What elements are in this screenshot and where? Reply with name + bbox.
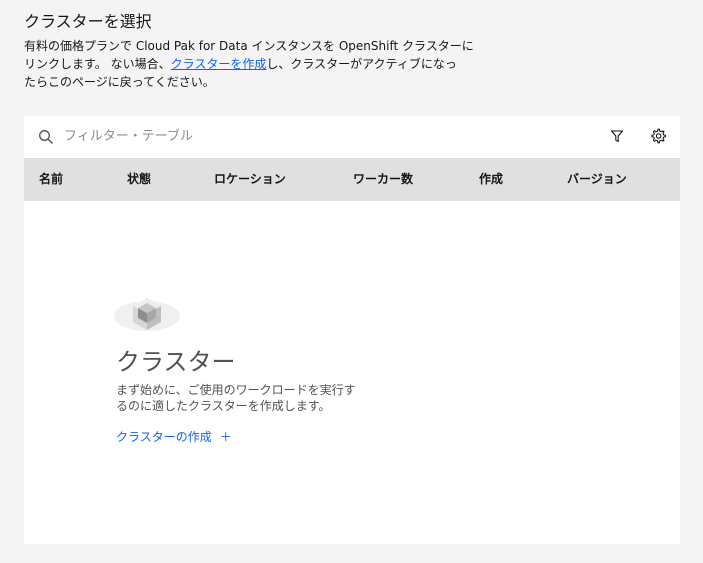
- page-header: クラスターを選択 有料の価格プランで Cloud Pak for Data イン…: [24, 12, 484, 91]
- filter-table-input[interactable]: [64, 122, 484, 150]
- description-text-before-link: リンクします。 ない場合、: [24, 57, 171, 71]
- search-icon: [38, 129, 54, 145]
- page-title: クラスターを選択: [24, 12, 152, 31]
- filter-icon[interactable]: [608, 127, 626, 145]
- description-line-1: 有料の価格プランで Cloud Pak for Data インスタンスを Ope…: [24, 39, 474, 53]
- empty-state-title: クラスター: [116, 348, 236, 376]
- empty-state-description: まず始めに、ご使用のワークロードを実行す るのに適したクラスターを作成します。: [116, 382, 376, 414]
- description-text-after-link: し、クラスターがアクティブになっ: [266, 57, 457, 71]
- cluster-table-panel: 名前 状態 ロケーション ワーカー数 作成 バージョン クラスター まず始めに、…: [24, 116, 680, 544]
- add-icon: ＋: [219, 430, 232, 444]
- table-toolbar: [24, 116, 680, 157]
- column-header-name[interactable]: 名前: [39, 158, 63, 201]
- column-header-workers[interactable]: ワーカー数: [353, 158, 413, 201]
- create-cluster-link[interactable]: クラスターを作成: [171, 57, 267, 71]
- page-description: 有料の価格プランで Cloud Pak for Data インスタンスを Ope…: [24, 37, 484, 91]
- column-header-status[interactable]: 状態: [127, 158, 151, 201]
- empty-state-description-line-2: るのに適したクラスターを作成します。: [116, 399, 331, 413]
- create-cluster-button[interactable]: クラスターの作成 ＋: [116, 429, 232, 445]
- description-line-3: たらこのページに戻ってください。: [24, 75, 215, 89]
- empty-state-description-line-1: まず始めに、ご使用のワークロードを実行す: [116, 383, 356, 397]
- cube-illustration-icon: [114, 286, 184, 336]
- create-cluster-label: クラスターの作成: [116, 430, 212, 444]
- column-header-created[interactable]: 作成: [479, 158, 503, 201]
- column-header-version[interactable]: バージョン: [567, 158, 627, 201]
- column-header-location[interactable]: ロケーション: [214, 158, 286, 201]
- settings-icon[interactable]: [649, 127, 667, 145]
- table-header-row: 名前 状態 ロケーション ワーカー数 作成 バージョン: [24, 158, 680, 201]
